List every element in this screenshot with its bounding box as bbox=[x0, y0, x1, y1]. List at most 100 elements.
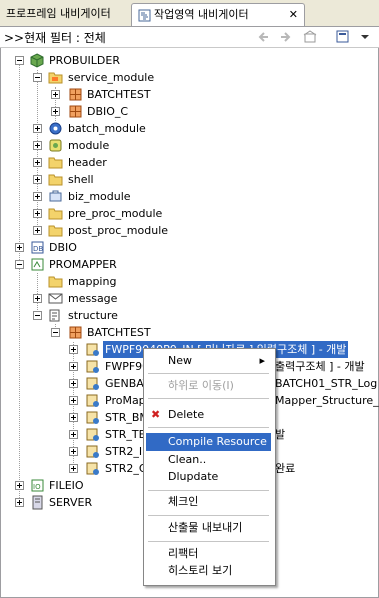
folder-icon bbox=[48, 174, 63, 186]
tree-node-batchtest[interactable]: BATCHTEST bbox=[1, 86, 301, 103]
tree-node-dbio[interactable]: DB DBIO bbox=[1, 239, 301, 256]
biz-module-icon bbox=[49, 190, 62, 202]
tree-label: biz_module bbox=[68, 190, 131, 203]
view-menu-icon[interactable] bbox=[358, 30, 372, 44]
folder-icon bbox=[48, 276, 63, 288]
tree-label: header bbox=[68, 156, 107, 169]
tree-node-message[interactable]: message bbox=[1, 290, 301, 307]
structure-icon bbox=[49, 309, 60, 322]
folder-icon bbox=[48, 225, 63, 237]
tree-node-biz-module[interactable]: biz_module bbox=[1, 188, 301, 205]
tree-node-structure[interactable]: structure bbox=[1, 307, 301, 324]
struct-file-icon bbox=[86, 394, 99, 407]
tree-node-pre-proc-module[interactable]: pre_proc_module bbox=[1, 205, 301, 222]
navigator-toolbar: >>현재 필터 : 전체 bbox=[0, 27, 379, 48]
struct-file-icon bbox=[86, 462, 99, 475]
menu-item-clean[interactable]: Clean.. bbox=[146, 451, 271, 469]
envelope-icon bbox=[48, 293, 63, 304]
tab-workspace-navigator[interactable]: 작업영역 내비게이터 ✕ bbox=[131, 3, 305, 26]
submenu-arrow-icon: ▸ bbox=[259, 354, 265, 367]
tree-node-mapping[interactable]: mapping bbox=[1, 273, 301, 290]
menu-item-checkin[interactable]: 체크인 bbox=[146, 493, 271, 511]
tree-label-tail: 발 bbox=[275, 428, 286, 441]
struct-file-icon bbox=[86, 411, 99, 424]
navigator-icon bbox=[138, 9, 151, 21]
promapper-project-icon bbox=[31, 258, 44, 271]
tree-label: STR_TE bbox=[105, 428, 146, 441]
tree-node-module[interactable]: module bbox=[1, 137, 301, 154]
tree-label: PROMAPPER bbox=[49, 258, 117, 271]
server-icon bbox=[32, 495, 43, 510]
svg-text:DB: DB bbox=[33, 245, 43, 253]
view-tab-bar: 프로프레임 내비게이터 작업영역 내비게이터 ✕ bbox=[0, 0, 379, 27]
tree-label: FILEIO bbox=[49, 479, 84, 492]
tree-label-tail: 출력구조체 ] - 개발 bbox=[275, 360, 365, 373]
tree-node-service-module[interactable]: service_module bbox=[1, 69, 301, 86]
menu-item-new[interactable]: New ▸ bbox=[146, 352, 271, 370]
tree-label: SERVER bbox=[49, 496, 93, 509]
menu-item-dlupdate[interactable]: Dlupdate bbox=[146, 468, 271, 486]
menu-item-label: Delete bbox=[168, 408, 205, 421]
tree-label: batch_module bbox=[68, 122, 146, 135]
tab-workspace-navigator-label: 작업영역 내비게이터 bbox=[154, 8, 249, 21]
tree-label: post_proc_module bbox=[68, 224, 169, 237]
collapse-all-icon[interactable] bbox=[336, 30, 350, 44]
menu-item-export-output[interactable]: 산출물 내보내기 bbox=[146, 519, 271, 537]
tree-label: module bbox=[68, 139, 110, 152]
package-grid-icon bbox=[69, 88, 82, 101]
close-tab-icon[interactable]: ✕ bbox=[289, 4, 298, 26]
tree-label: DBIO bbox=[49, 241, 77, 254]
tree-node-post-proc-module[interactable]: post_proc_module bbox=[1, 222, 301, 239]
folder-icon bbox=[48, 157, 63, 169]
home-icon[interactable] bbox=[303, 30, 317, 44]
delete-icon: ✖ bbox=[151, 408, 161, 421]
tree-node-header[interactable]: header bbox=[1, 154, 301, 171]
struct-file-icon bbox=[86, 343, 99, 356]
tree-node-structure-batchtest[interactable]: BATCHTEST bbox=[1, 324, 301, 341]
struct-file-icon bbox=[86, 360, 99, 373]
tree-node-promapper[interactable]: PROMAPPER bbox=[1, 256, 301, 273]
tree-node-shell[interactable]: shell bbox=[1, 171, 301, 188]
menu-item-label: 히스토리 보기 bbox=[168, 564, 233, 577]
struct-file-icon bbox=[86, 445, 99, 458]
menu-item-history[interactable]: 히스토리 보기 bbox=[146, 562, 271, 580]
gear-blue-icon bbox=[49, 122, 62, 135]
dbio-project-icon: DB bbox=[31, 241, 44, 254]
tree-label: BATCHTEST bbox=[87, 326, 151, 339]
menu-item-delete[interactable]: ✖ Delete bbox=[146, 406, 271, 424]
context-menu: New ▸ 하위로 이동(I) ✖ Delete Compile Resourc… bbox=[143, 348, 276, 586]
tree-node-batch-module[interactable]: batch_module bbox=[1, 120, 301, 137]
tree-label: pre_proc_module bbox=[68, 207, 163, 220]
project-cube-icon bbox=[30, 53, 44, 68]
menu-item-label: 하위로 이동(I) bbox=[168, 379, 234, 392]
tree-label: message bbox=[68, 292, 118, 305]
tree-label-tail: BATCH01_STR_Log bbox=[275, 377, 378, 390]
menu-item-label: 리팩터 bbox=[168, 547, 199, 560]
menu-item-label: New bbox=[168, 354, 192, 367]
tree-node-dbio-c[interactable]: DBIO_C bbox=[1, 103, 301, 120]
menu-item-move-down[interactable]: 하위로 이동(I) bbox=[146, 377, 271, 395]
tree-node-probuilder[interactable]: PROBUILDER bbox=[1, 52, 301, 69]
tab-proframe-navigator-label: 프로프레임 내비게이터 bbox=[6, 7, 111, 20]
forward-arrow-icon[interactable] bbox=[278, 30, 292, 44]
module-icon bbox=[49, 139, 62, 152]
menu-item-label: Compile Resource bbox=[168, 435, 267, 448]
struct-file-icon bbox=[86, 428, 99, 441]
menu-item-compile-resource[interactable]: Compile Resource bbox=[146, 433, 271, 451]
tree-label: STR2_O bbox=[105, 462, 148, 475]
struct-file-icon bbox=[86, 377, 99, 390]
tree-label: PROBUILDER bbox=[49, 54, 120, 67]
menu-item-label: Dlupdate bbox=[168, 470, 219, 483]
tree-label-tail: 완료 bbox=[275, 462, 296, 475]
menu-item-label: Clean.. bbox=[168, 453, 207, 466]
tree-label: mapping bbox=[68, 275, 117, 288]
fileio-project-icon: IO bbox=[31, 479, 44, 492]
folder-icon bbox=[48, 208, 63, 220]
menu-item-refactor[interactable]: 리팩터 bbox=[146, 545, 271, 563]
back-arrow-icon[interactable] bbox=[257, 30, 271, 44]
tab-proframe-navigator[interactable]: 프로프레임 내비게이터 bbox=[0, 3, 138, 25]
menu-item-label: 체크인 bbox=[168, 495, 199, 508]
tree-label: shell bbox=[68, 173, 94, 186]
tree-label: BATCHTEST bbox=[87, 88, 151, 101]
package-grid-icon bbox=[69, 105, 82, 118]
